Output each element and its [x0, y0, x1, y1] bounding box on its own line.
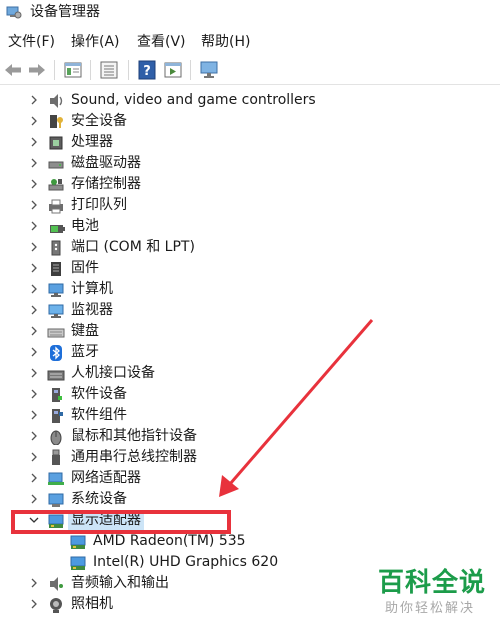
annotation-arrow: [219, 319, 374, 497]
watermark-title: 百科全说: [378, 568, 487, 598]
watermark-subtitle: 助你轻松解决: [385, 601, 476, 616]
